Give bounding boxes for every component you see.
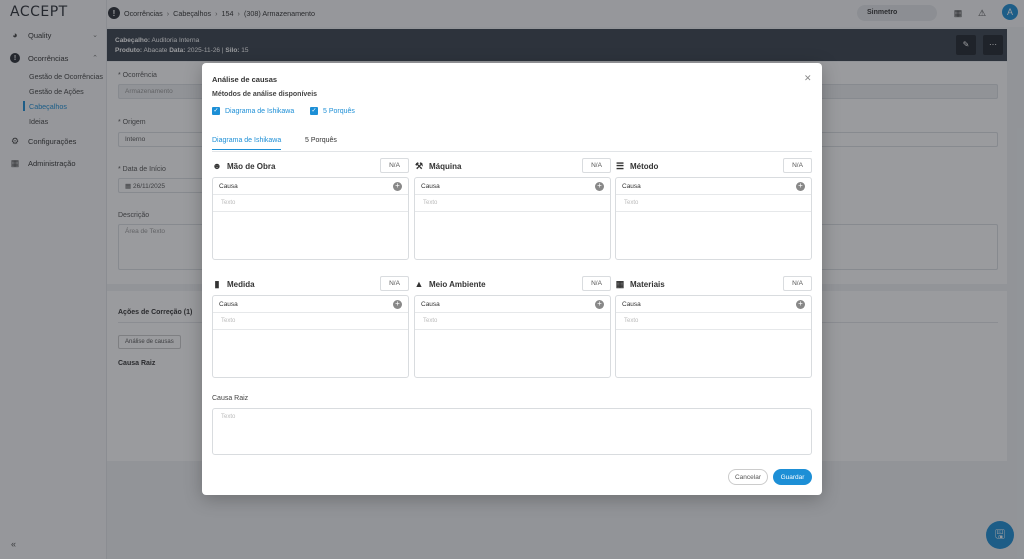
cause-header-row: Causa + bbox=[616, 296, 811, 313]
category-header: ⚒ Máquina N/A bbox=[414, 158, 611, 174]
cause-header-row: Causa + bbox=[616, 178, 811, 195]
root-cause-label: Causa Raiz bbox=[212, 395, 249, 402]
method-checkbox-ishikawa[interactable]: ✓ Diagrama de Ishikawa bbox=[212, 107, 294, 115]
checkbox-checked-icon: ✓ bbox=[310, 107, 318, 115]
tab-5-porques[interactable]: 5 Porquês bbox=[305, 137, 337, 149]
cause-column-header: Causa bbox=[622, 182, 641, 190]
category-title: Máquina bbox=[429, 161, 462, 171]
cause-input[interactable]: Texto bbox=[415, 195, 610, 212]
category-medida: ▮ Medida N/A Causa + Texto bbox=[212, 276, 409, 378]
category-header: ▲ Meio Ambiente N/A bbox=[414, 276, 611, 292]
method-label: Diagrama de Ishikawa bbox=[225, 107, 295, 115]
cause-input[interactable]: Texto bbox=[213, 195, 408, 212]
category-header: ▦ Materiais N/A bbox=[615, 276, 812, 292]
cause-column-header: Causa bbox=[421, 182, 440, 190]
category-title: Materiais bbox=[630, 279, 665, 289]
na-toggle[interactable]: N/A bbox=[380, 158, 409, 173]
bar-chart-icon: ▮ bbox=[214, 278, 220, 289]
category-header: ☰ Método N/A bbox=[615, 158, 812, 174]
add-cause-icon[interactable]: + bbox=[796, 299, 805, 309]
cause-header-row: Causa + bbox=[415, 178, 610, 195]
na-toggle[interactable]: N/A bbox=[783, 276, 812, 291]
na-toggle[interactable]: N/A bbox=[783, 158, 812, 173]
na-toggle[interactable]: N/A bbox=[582, 158, 611, 173]
method-checkbox-5-porques[interactable]: ✓ 5 Porquês bbox=[310, 107, 355, 115]
cause-table: Causa + Texto bbox=[414, 295, 611, 378]
na-toggle[interactable]: N/A bbox=[582, 276, 611, 291]
machine-icon: ⚒ bbox=[414, 160, 424, 171]
category-header: ▮ Medida N/A bbox=[212, 276, 409, 292]
cause-column-header: Causa bbox=[219, 182, 238, 190]
cause-input[interactable]: Texto bbox=[616, 195, 811, 212]
category-header: ☻ Mão de Obra N/A bbox=[212, 158, 409, 174]
tab-ishikawa[interactable]: Diagrama de Ishikawa bbox=[212, 137, 282, 150]
category-title: Meio Ambiente bbox=[429, 279, 486, 289]
modal-title: Análise de causas bbox=[212, 75, 278, 84]
add-cause-icon[interactable]: + bbox=[796, 181, 805, 191]
cause-header-row: Causa + bbox=[213, 178, 408, 195]
add-cause-icon[interactable]: + bbox=[393, 181, 402, 191]
add-cause-icon[interactable]: + bbox=[595, 181, 604, 191]
na-toggle[interactable]: N/A bbox=[380, 276, 409, 291]
cause-input[interactable]: Texto bbox=[213, 313, 408, 330]
add-cause-icon[interactable]: + bbox=[393, 299, 402, 309]
cause-header-row: Causa + bbox=[415, 296, 610, 313]
checklist-icon: ☰ bbox=[615, 160, 625, 171]
cause-table: Causa + Texto bbox=[615, 295, 812, 378]
cause-table: Causa + Texto bbox=[212, 295, 409, 378]
cause-header-row: Causa + bbox=[213, 296, 408, 313]
cause-table: Causa + Texto bbox=[615, 177, 812, 260]
cause-input[interactable]: Texto bbox=[415, 313, 610, 330]
checkbox-checked-icon: ✓ bbox=[212, 107, 220, 115]
add-cause-icon[interactable]: + bbox=[595, 299, 604, 309]
cause-column-header: Causa bbox=[219, 300, 238, 308]
factory-icon: ▦ bbox=[615, 278, 625, 289]
category-meio-ambiente: ▲ Meio Ambiente N/A Causa + Texto bbox=[414, 276, 611, 378]
category-mao-de-obra: ☻ Mão de Obra N/A Causa + Texto bbox=[212, 158, 409, 260]
cause-column-header: Causa bbox=[622, 300, 641, 308]
category-title: Mão de Obra bbox=[227, 161, 276, 171]
cause-column-header: Causa bbox=[421, 300, 440, 308]
analise-causas-modal: Análise de causas ✕ Métodos de análise d… bbox=[202, 63, 822, 495]
close-icon[interactable]: ✕ bbox=[804, 73, 812, 84]
category-maquina: ⚒ Máquina N/A Causa + Texto bbox=[414, 158, 611, 260]
person-icon: ☻ bbox=[212, 161, 222, 171]
cause-input[interactable]: Texto bbox=[616, 313, 811, 330]
cause-table: Causa + Texto bbox=[414, 177, 611, 260]
method-label: 5 Porquês bbox=[323, 107, 355, 115]
method-tabs: Diagrama de Ishikawa 5 Porquês bbox=[212, 136, 812, 152]
methods-label: Métodos de análise disponíveis bbox=[212, 91, 318, 98]
category-materiais: ▦ Materiais N/A Causa + Texto bbox=[615, 276, 812, 378]
category-metodo: ☰ Método N/A Causa + Texto bbox=[615, 158, 812, 260]
cause-table: Causa + Texto bbox=[212, 177, 409, 260]
tree-icon: ▲ bbox=[414, 279, 424, 289]
root-cause-textarea[interactable]: Texto bbox=[212, 408, 812, 455]
cancel-button[interactable]: Cancelar bbox=[728, 469, 768, 485]
category-title: Medida bbox=[227, 279, 255, 289]
category-title: Método bbox=[630, 161, 659, 171]
save-button[interactable]: Guardar bbox=[773, 469, 812, 485]
